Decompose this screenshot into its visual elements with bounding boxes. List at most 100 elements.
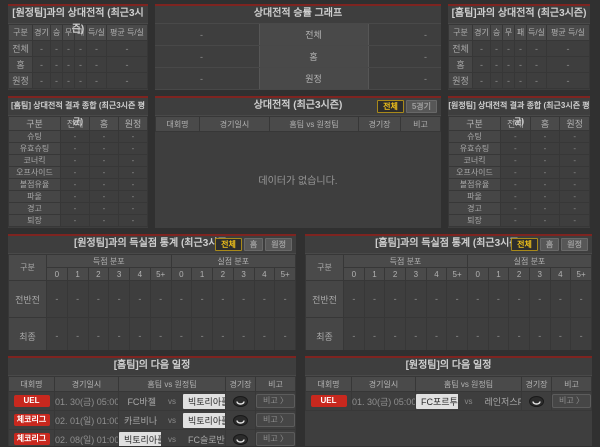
winrate-row: - 전체 - <box>155 24 441 46</box>
bin-header: 4 <box>426 268 447 281</box>
league-cell: 체코리그 <box>9 430 55 447</box>
stat-value: - <box>550 318 571 351</box>
home-team-name: 빅토리아플젠 <box>119 432 161 447</box>
filter-tabs: 전체5경기 <box>377 100 437 113</box>
datetime-cell: 01. 30(금) 05:00 <box>352 392 416 411</box>
table-row: 슈팅 - - - <box>9 131 148 143</box>
row-label: 유효슈팅 <box>449 143 501 155</box>
goal-dist-table: 구분 득점 분포 실점 분포 0 1 2 3 4 5+ 0 1 2 <box>8 254 296 350</box>
stat-value: - <box>171 318 192 351</box>
stat-value: - <box>529 318 550 351</box>
column-header: 무 <box>503 25 515 41</box>
stat-value: - <box>547 73 590 89</box>
bin-header: 0 <box>47 268 68 281</box>
stadium-cell <box>226 392 256 411</box>
stat-value: - <box>426 281 447 318</box>
away-team-name: 빅토리아플젠 <box>183 413 225 428</box>
panel-title: [홈팀]과의 상대전적 (최근3시즌) <box>448 6 590 24</box>
league-badge: UEL <box>14 395 50 407</box>
note-button[interactable]: 비고 〉 <box>256 413 295 427</box>
match-cell: 빅토리아플젠 vs FC슬로반 <box>119 430 226 447</box>
stat-value: - <box>405 281 426 318</box>
note-button[interactable]: 비고 〉 <box>256 432 295 446</box>
stat-value: - <box>119 155 148 167</box>
note-cell: 비고 〉 <box>552 392 592 411</box>
column-header: 대회명 <box>156 117 200 132</box>
stat-value: - <box>488 318 509 351</box>
filter-tab[interactable]: 원정 <box>265 238 292 251</box>
stat-value: - <box>530 215 560 227</box>
filter-tab[interactable]: 홈 <box>540 238 559 251</box>
column-header: 홈 <box>90 117 119 131</box>
stat-value: - <box>90 143 119 155</box>
bin-header: 3 <box>233 268 254 281</box>
row-label: 홈 <box>9 57 33 73</box>
note-button[interactable]: 비고 〉 <box>256 394 295 408</box>
stat-value: - <box>491 73 503 89</box>
stat-value: - <box>61 191 90 203</box>
column-header: 경기 <box>473 25 491 41</box>
row-label: 퇴장 <box>9 215 61 227</box>
home-team-name: FC포르투 <box>416 394 458 409</box>
stat-value: - <box>447 281 468 318</box>
stat-value: - <box>515 57 527 73</box>
stat-value: - <box>90 155 119 167</box>
stat-value: - <box>530 167 560 179</box>
panel-title: [홈팀]의 다음 일정 <box>8 358 296 376</box>
stat-value: - <box>119 167 148 179</box>
stat-value: - <box>33 57 51 73</box>
filter-tab[interactable]: 전체 <box>511 238 538 251</box>
stadium-icon <box>233 396 248 407</box>
stat-value: - <box>192 281 213 318</box>
stat-value: - <box>530 143 560 155</box>
group-header: 득점 분포 <box>344 255 468 268</box>
group-header: 실점 분포 <box>467 255 591 268</box>
table-row: 전반전 - - - - - - - - - - - - <box>9 281 296 318</box>
vs-label: vs <box>458 397 480 406</box>
stat-value: - <box>550 281 571 318</box>
stat-value: - <box>560 143 590 155</box>
stat-value: - <box>90 167 119 179</box>
row-label: 전체 <box>9 41 33 57</box>
stat-value: - <box>530 203 560 215</box>
stat-value: - <box>547 41 590 57</box>
stat-value: - <box>87 41 107 57</box>
filter-tab[interactable]: 홈 <box>244 238 263 251</box>
column-header: 득/실 <box>527 25 547 41</box>
stat-value: - <box>213 318 234 351</box>
schedule-row: UEL 01. 30(금) 05:00 FC바젤 vs 빅토리아플젠 <box>9 392 296 411</box>
panel-title: [원정팀]과의 상대전적 (최근3시즌) <box>8 6 148 24</box>
stat-value: - <box>344 281 365 318</box>
stadium-cell <box>226 411 256 430</box>
stat-value: - <box>61 167 90 179</box>
stat-value: - <box>67 318 88 351</box>
panel-title: 상대전적 (최근3시즌) <box>254 100 343 111</box>
stat-value: - <box>560 179 590 191</box>
filter-tab[interactable]: 전체 <box>377 100 404 113</box>
row-label: 파울 <box>9 191 61 203</box>
stat-value: - <box>530 179 560 191</box>
note-button[interactable]: 비고 〉 <box>552 394 591 408</box>
stat-value: - <box>90 215 119 227</box>
filter-tab[interactable]: 원정 <box>561 238 588 251</box>
stat-value: - <box>150 318 171 351</box>
filter-tab[interactable]: 전체 <box>215 238 242 251</box>
bin-header: 5+ <box>275 268 296 281</box>
stat-value: - <box>473 41 491 57</box>
filter-tab[interactable]: 5경기 <box>406 100 437 113</box>
stat-value: - <box>75 41 87 57</box>
bin-header: 2 <box>88 268 109 281</box>
away-team-name: 레인저스FC <box>480 394 522 409</box>
stat-value: - <box>503 57 515 73</box>
stat-value: - <box>130 318 151 351</box>
stat-value: - <box>560 131 590 143</box>
panel-title: [원정팀] 상대전적 결과 종합 (최근3시즌 평균) <box>448 98 590 116</box>
table-row: 슈팅 - - - <box>449 131 590 143</box>
row-label: 홈 <box>449 57 473 73</box>
winrate-scope-label: 원정 <box>259 68 369 89</box>
league-cell: UEL <box>306 392 352 411</box>
vs-label: vs <box>161 435 183 444</box>
column-header: 구분 <box>9 117 61 131</box>
stat-value: - <box>119 191 148 203</box>
stat-value: - <box>491 57 503 73</box>
